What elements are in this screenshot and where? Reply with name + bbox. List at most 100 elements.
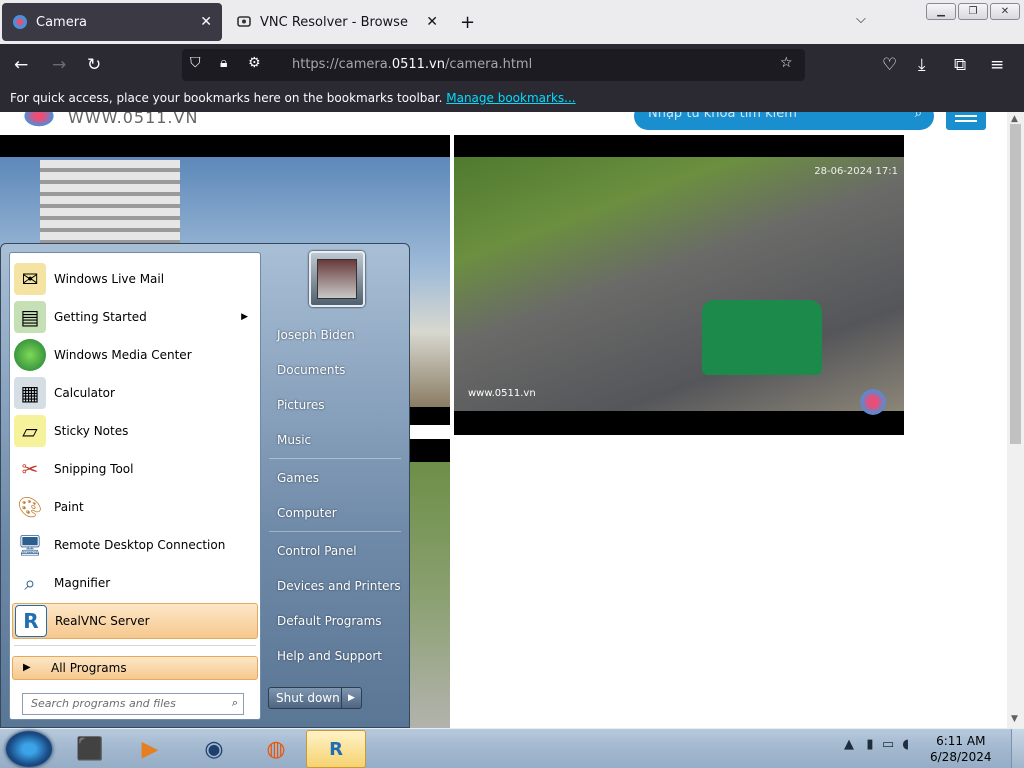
list-all-tabs-chevron-icon[interactable]: ⌵: [856, 12, 866, 27]
taxi-in-feed: [702, 300, 822, 375]
start-link-music[interactable]: Music: [277, 433, 311, 447]
scissors-icon: ✂: [21, 457, 39, 481]
restore-button[interactable]: ❐: [958, 3, 988, 20]
scroll-down-arrow-icon[interactable]: ▼: [1011, 714, 1018, 724]
clock-time: 6:11 AM: [936, 734, 986, 748]
user-picture[interactable]: [309, 251, 365, 307]
scroll-up-arrow-icon[interactable]: ▲: [1011, 114, 1018, 124]
search-icon[interactable]: ⌕: [915, 112, 922, 121]
mail-icon: ✉: [14, 263, 46, 295]
shield-icon[interactable]: ⛉: [190, 55, 201, 71]
site-logo-icon[interactable]: [22, 112, 56, 128]
start-search-input[interactable]: Search programs and files ⌕: [22, 693, 244, 715]
taskbar-globe-icon[interactable]: ◉: [184, 730, 244, 768]
reload-icon[interactable]: ↻: [87, 55, 101, 75]
submenu-arrow-icon: ▶: [241, 312, 248, 322]
start-link-help-support[interactable]: Help and Support: [277, 649, 382, 663]
search-icon[interactable]: ⌕: [232, 696, 238, 710]
tray-volume-icon[interactable]: ◖: [902, 737, 909, 752]
magnifier-icon: ⌕: [24, 571, 36, 595]
start-link-games[interactable]: Games: [277, 471, 319, 485]
download-icon[interactable]: ⤓: [918, 55, 926, 75]
permissions-icon[interactable]: ⚙: [248, 55, 261, 71]
divider: [269, 531, 401, 532]
divider: [14, 645, 256, 646]
camera-watermark: www.0511.vn: [468, 388, 536, 399]
clock-date: 6/28/2024: [930, 750, 992, 764]
program-sticky-notes[interactable]: ▱ Sticky Notes: [12, 413, 258, 449]
bookmarks-hint: For quick access, place your bookmarks h…: [10, 91, 443, 105]
start-link-documents[interactable]: Documents: [277, 363, 345, 377]
page-scrollbar[interactable]: ▲ ▼: [1007, 112, 1024, 728]
show-desktop-button[interactable]: [1011, 729, 1024, 768]
menu-hamburger-icon[interactable]: ≡: [990, 55, 1004, 75]
sticky-notes-icon: ▱: [14, 415, 46, 447]
url-bar[interactable]: ⛉ 🔒︎ ⚙ https://camera.0511.vn/camera.htm…: [182, 49, 805, 81]
taskbar-realvnc-icon[interactable]: R: [306, 730, 366, 768]
pocket-icon[interactable]: ♡: [882, 55, 897, 75]
back-arrow-icon[interactable]: ←: [14, 55, 28, 75]
program-paint[interactable]: 🎨︎ Paint: [12, 489, 258, 525]
close-window-button[interactable]: ✕: [990, 3, 1020, 20]
start-link-computer[interactable]: Computer: [277, 506, 337, 520]
minimize-button[interactable]: ▁: [926, 3, 956, 20]
system-tray: ▲ ▮ ▭ ◖: [844, 737, 909, 752]
close-tab-icon[interactable]: ✕: [200, 14, 212, 30]
program-remote-desktop[interactable]: 🖥︎ Remote Desktop Connection: [12, 527, 258, 563]
calculator-icon: ▦: [14, 377, 46, 409]
url-text[interactable]: https://camera.0511.vn/camera.html: [292, 57, 532, 72]
camera-logo-icon: [858, 387, 888, 417]
lock-icon[interactable]: 🔒︎: [220, 55, 227, 71]
taskbar-app-black-box-icon[interactable]: ⬛: [60, 730, 120, 768]
camera-timestamp: 28-06-2024 17:1: [814, 166, 898, 177]
program-magnifier[interactable]: ⌕ Magnifier: [12, 565, 258, 601]
start-link-default-programs[interactable]: Default Programs: [277, 614, 382, 628]
start-menu: ✉ Windows Live Mail ▤ Getting Started ▶ …: [0, 243, 410, 728]
start-link-pictures[interactable]: Pictures: [277, 398, 325, 412]
tray-network-icon[interactable]: ▭: [882, 737, 894, 752]
shutdown-options-arrow-icon[interactable]: ▶: [341, 688, 361, 708]
tab-strip: Camera ✕ VNC Resolver - Browse ✕ + ⌵ ▁ ❐…: [0, 0, 1024, 44]
tab-camera[interactable]: Camera ✕: [2, 3, 222, 41]
start-button[interactable]: [6, 731, 52, 767]
taskbar: ⬛ ▶ ◉ ◍ R ▲ ▮ ▭ ◖ 6:11 AM 6/28/2024: [0, 728, 1024, 768]
forward-arrow-icon[interactable]: →: [52, 55, 66, 75]
tab-title: Camera: [36, 14, 88, 30]
start-menu-programs-pane: ✉ Windows Live Mail ▤ Getting Started ▶ …: [9, 252, 261, 720]
realvnc-icon: R: [15, 605, 47, 637]
program-windows-media-center[interactable]: Windows Media Center: [12, 337, 258, 373]
program-calculator[interactable]: ▦ Calculator: [12, 375, 258, 411]
start-link-control-panel[interactable]: Control Panel: [277, 544, 357, 558]
extensions-icon[interactable]: ⧉: [954, 55, 966, 75]
show-hidden-icons-icon[interactable]: ▲: [844, 737, 854, 752]
start-link-devices-printers[interactable]: Devices and Printers: [277, 579, 401, 593]
program-realvnc-server[interactable]: R RealVNC Server: [12, 603, 258, 639]
bookmark-star-icon[interactable]: ☆: [780, 55, 793, 71]
new-tab-plus-icon[interactable]: +: [460, 12, 475, 33]
getting-started-icon: ▤: [14, 301, 46, 333]
scroll-thumb[interactable]: [1010, 124, 1021, 444]
manage-bookmarks-link[interactable]: Manage bookmarks...: [446, 91, 575, 105]
taskbar-clock[interactable]: 6:11 AM 6/28/2024: [930, 733, 992, 765]
all-programs-button[interactable]: ▶ All Programs: [12, 656, 258, 680]
program-snipping-tool[interactable]: ✂ Snipping Tool: [12, 451, 258, 487]
triangle-right-icon: ▶: [23, 662, 31, 673]
program-getting-started[interactable]: ▤ Getting Started ▶: [12, 299, 258, 335]
divider: [269, 458, 401, 459]
camera-feed-2[interactable]: 28-06-2024 17:1 www.0511.vn: [454, 135, 904, 435]
site-search-input[interactable]: Nhập từ khóa tìm kiếm ⌕: [634, 112, 934, 130]
shutdown-button[interactable]: Shut down ▶: [268, 687, 362, 709]
tab-vnc-resolver[interactable]: VNC Resolver - Browse ✕: [226, 3, 448, 41]
close-tab-icon[interactable]: ✕: [426, 14, 438, 30]
site-name[interactable]: WWW.0511.VN: [68, 112, 198, 127]
tab-title: VNC Resolver - Browse: [260, 14, 408, 30]
bookmarks-toolbar: For quick access, place your bookmarks h…: [0, 86, 1024, 112]
tray-vnc-icon[interactable]: ▮: [866, 737, 873, 752]
site-menu-button[interactable]: [946, 112, 986, 130]
start-link-user[interactable]: Joseph Biden: [277, 328, 355, 342]
remote-desktop-icon: 🖥︎: [17, 533, 43, 557]
navigation-toolbar: ← → ↻ ⛉ 🔒︎ ⚙ https://camera.0511.vn/came…: [0, 44, 1024, 86]
taskbar-firefox-icon[interactable]: ◍: [246, 730, 306, 768]
taskbar-media-player-icon[interactable]: ▶: [120, 730, 180, 768]
program-windows-live-mail[interactable]: ✉ Windows Live Mail: [12, 261, 258, 297]
